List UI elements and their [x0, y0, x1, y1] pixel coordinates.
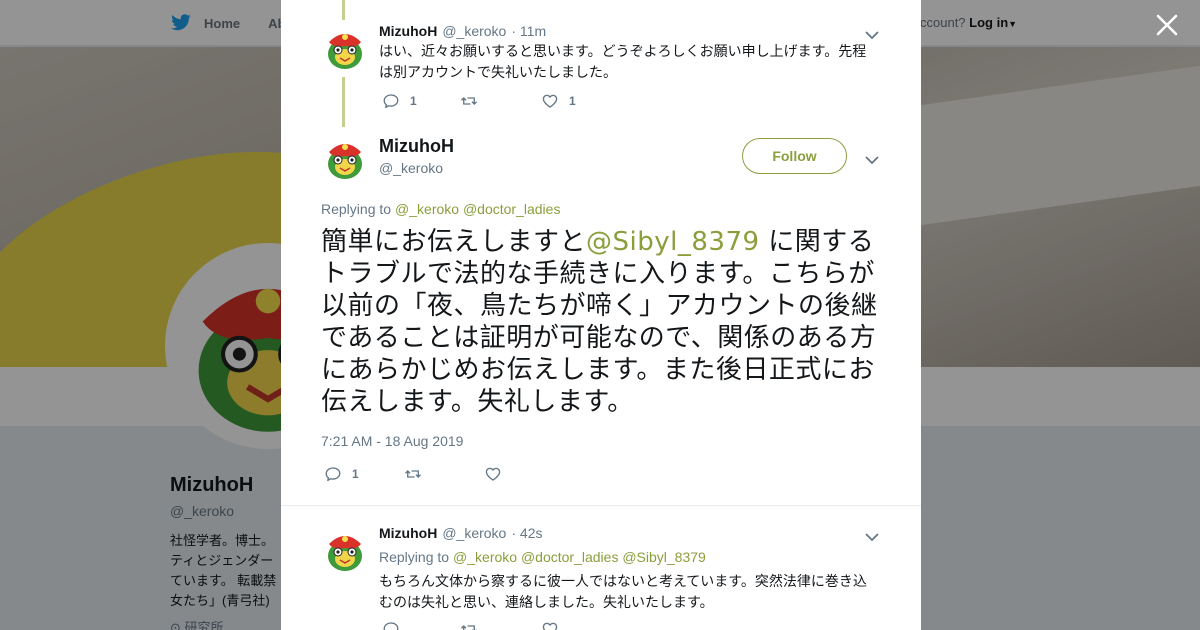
- tweet-actions: 1: [324, 465, 512, 483]
- follow-button[interactable]: Follow: [742, 138, 847, 174]
- thread-connector: [342, 77, 345, 127]
- replying-to: Replying to @_keroko @doctor_ladies @Sib…: [379, 549, 706, 565]
- author-handle[interactable]: @_keroko: [442, 23, 506, 39]
- like-button[interactable]: [541, 620, 559, 630]
- tweet-permalink-modal: MizuhoH @_keroko · 11m はい、近々お願いすると思います。ど…: [281, 0, 921, 630]
- author-name[interactable]: MizuhoH: [379, 23, 437, 39]
- reply-icon: [382, 620, 400, 630]
- like-count: 1: [569, 94, 576, 108]
- like-button[interactable]: [484, 465, 512, 483]
- chevron-down-icon: [864, 155, 880, 165]
- tweet-time[interactable]: · 11m: [511, 23, 546, 39]
- retweet-icon: [460, 620, 478, 630]
- retweet-icon: [404, 465, 422, 483]
- reply-count: 1: [352, 467, 359, 481]
- retweet-button[interactable]: [404, 465, 484, 483]
- reply-button[interactable]: [382, 620, 460, 630]
- tweet-avatar[interactable]: [321, 526, 369, 574]
- replying-to: Replying to @_keroko @doctor_ladies: [321, 201, 560, 217]
- replying-to-users[interactable]: @_keroko @doctor_ladies: [395, 201, 560, 217]
- close-button[interactable]: [1154, 12, 1180, 38]
- reply-button[interactable]: 1: [382, 92, 460, 110]
- main-author-handle[interactable]: @_keroko: [379, 160, 443, 176]
- mention-link[interactable]: @Sibyl_8379: [586, 227, 760, 257]
- heart-icon: [484, 465, 502, 483]
- main-author-name[interactable]: MizuhoH: [379, 136, 454, 157]
- tweet-text: もちろん文体から察するに彼一人ではないと考えています。突然法律に巻き込むのは失礼…: [379, 573, 867, 610]
- tweet-more-button[interactable]: [864, 27, 880, 37]
- reply-count: 1: [410, 94, 417, 108]
- tweet-text: はい、近々お願いすると思います。どうぞよろしくお願い申し上げます。先程は別アカウ…: [379, 43, 867, 80]
- tweet-timestamp[interactable]: 7:21 AM - 18 Aug 2019: [321, 433, 463, 449]
- reply-button[interactable]: 1: [324, 465, 404, 483]
- main-tweet-text: 簡単にお伝えしますと@Sibyl_8379 に関するトラブルで法的な手続きに入り…: [321, 226, 885, 418]
- retweet-icon: [460, 92, 478, 110]
- tweet-avatar[interactable]: [321, 24, 369, 72]
- divider: [281, 505, 921, 506]
- avatar-image: [321, 24, 369, 72]
- avatar-image: [321, 134, 369, 182]
- thread-connector: [342, 0, 345, 20]
- author-handle[interactable]: @_keroko: [442, 525, 506, 541]
- heart-icon: [541, 92, 559, 110]
- tweet-avatar[interactable]: [321, 134, 369, 182]
- tweet-header: MizuhoH @_keroko · 11m: [379, 23, 546, 39]
- chevron-down-icon: [864, 532, 880, 542]
- tweet-actions: 1 1: [382, 92, 576, 110]
- like-button[interactable]: 1: [541, 92, 576, 110]
- tweet-more-button[interactable]: [864, 529, 880, 539]
- tweet-time[interactable]: · 42s: [511, 525, 542, 541]
- retweet-button[interactable]: [460, 92, 541, 110]
- replying-to-label: Replying to: [321, 201, 392, 217]
- retweet-button[interactable]: [460, 620, 541, 630]
- reply-icon: [324, 465, 342, 483]
- replying-to-label: Replying to: [379, 549, 450, 565]
- main-tweet-text-part: 簡単にお伝えしますと: [321, 227, 587, 257]
- author-name[interactable]: MizuhoH: [379, 525, 437, 541]
- close-icon: [1156, 14, 1178, 36]
- tweet-actions: [382, 620, 559, 630]
- chevron-down-icon: [864, 30, 880, 40]
- tweet-header: MizuhoH @_keroko · 42s: [379, 525, 542, 541]
- avatar-image: [321, 526, 369, 574]
- replying-to-users[interactable]: @_keroko @doctor_ladies @Sibyl_8379: [453, 549, 706, 565]
- heart-icon: [541, 620, 559, 630]
- tweet-more-button[interactable]: [864, 152, 880, 162]
- reply-icon: [382, 92, 400, 110]
